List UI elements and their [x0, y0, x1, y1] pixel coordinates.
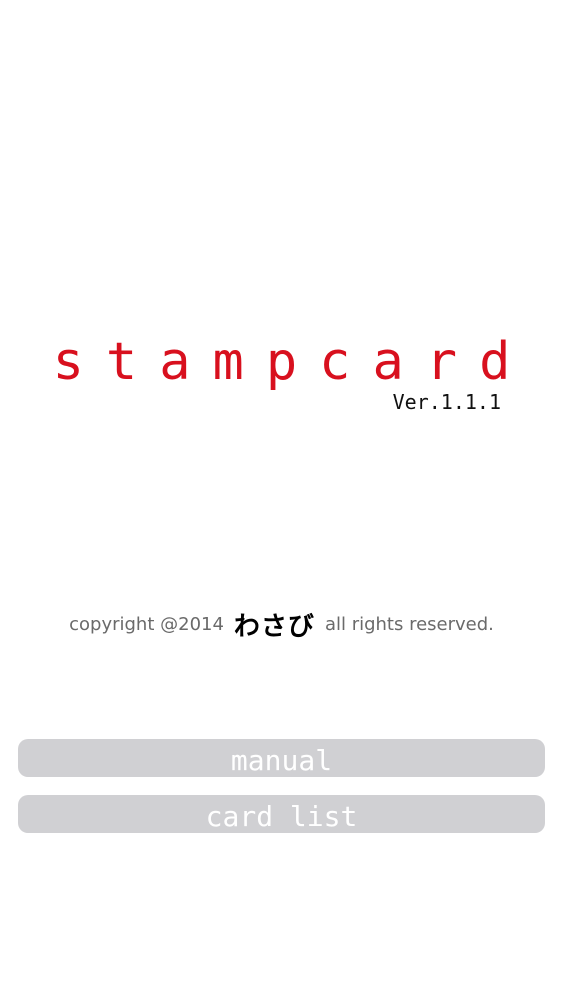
manual-button[interactable]: manual: [18, 739, 545, 777]
version-label: Ver.1.1.1: [392, 390, 501, 414]
copyright-suffix: all rights reserved.: [324, 614, 494, 635]
app-title: stampcard: [52, 332, 533, 392]
copyright-line: copyright @2014 わさび all rights reserved.: [0, 606, 563, 643]
card-list-button[interactable]: card list: [18, 795, 545, 833]
copyright-prefix: copyright @2014: [69, 614, 224, 635]
brand-logo: わさび: [233, 612, 315, 642]
